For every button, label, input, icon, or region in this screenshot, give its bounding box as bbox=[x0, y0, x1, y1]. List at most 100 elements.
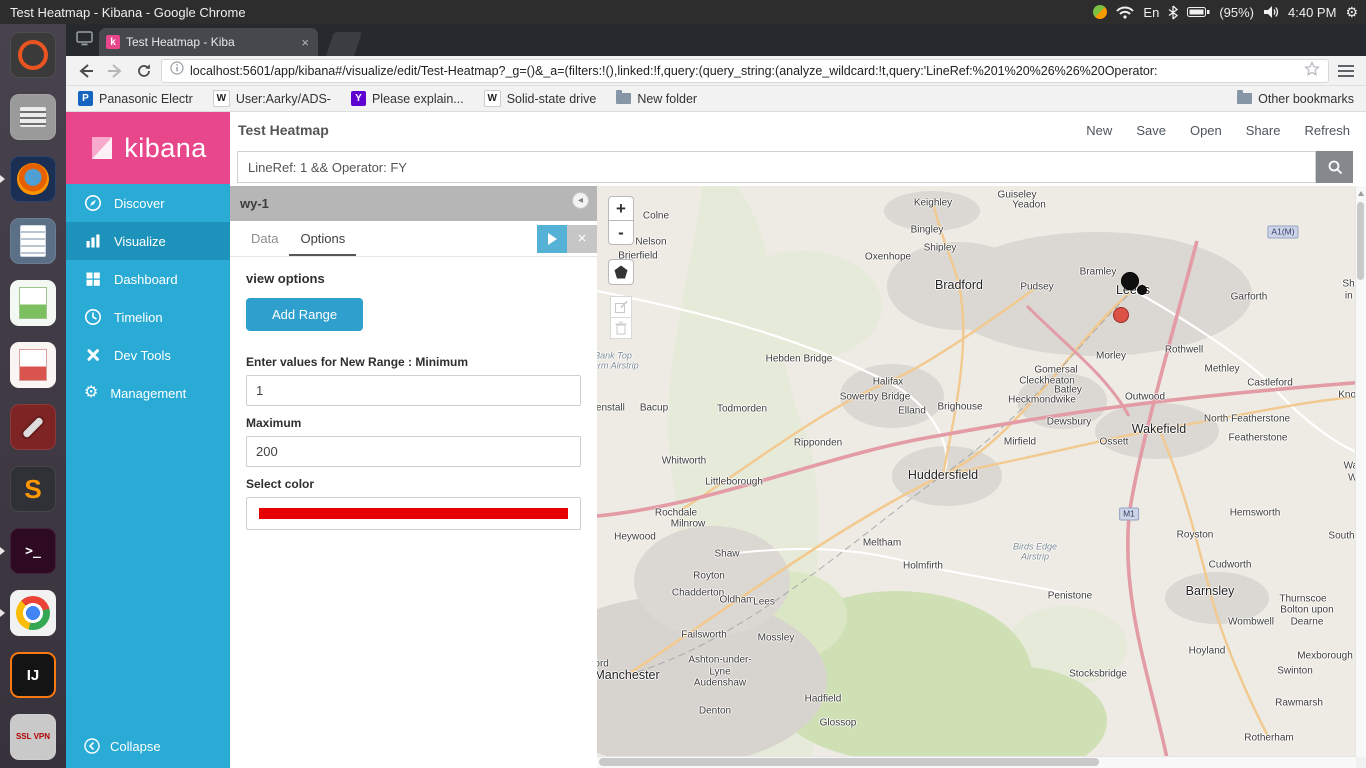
discard-changes-button[interactable]: × bbox=[567, 224, 597, 253]
map-place-label: Manchester bbox=[597, 668, 660, 682]
play-icon bbox=[547, 232, 557, 245]
new-button[interactable]: New bbox=[1086, 123, 1112, 138]
search-button[interactable] bbox=[1316, 151, 1353, 183]
panel-collapse-chevron[interactable]: ◂ bbox=[572, 192, 589, 209]
horizontal-scrollbar bbox=[597, 756, 1356, 768]
window-title: Test Heatmap - Kibana - Google Chrome bbox=[10, 4, 246, 20]
other-bookmarks-button[interactable]: Other bookmarks bbox=[1237, 90, 1354, 106]
dock-icon-ssl-vpn[interactable]: SSL VPN bbox=[0, 706, 66, 768]
tab-close-icon[interactable]: × bbox=[299, 35, 311, 50]
map-place-label: Hoyland bbox=[1188, 645, 1226, 657]
map-place-label: Outwood bbox=[1124, 391, 1166, 403]
kibana-topbar: Test Heatmap New Save Open Share Refresh bbox=[230, 112, 1366, 148]
sidebar-item-label: Timelion bbox=[114, 309, 163, 325]
page-info-icon[interactable] bbox=[170, 61, 184, 80]
text-editor-icon bbox=[10, 218, 56, 264]
zoom-out-button[interactable]: - bbox=[608, 220, 634, 245]
wifi-icon[interactable] bbox=[1116, 5, 1135, 19]
keyboard-layout-indicator[interactable]: En bbox=[1143, 5, 1159, 20]
browser-menu-icon[interactable] bbox=[1334, 59, 1358, 83]
dock-icon-libreoffice-calc[interactable] bbox=[0, 272, 66, 334]
dock-icon-text-editor[interactable] bbox=[0, 210, 66, 272]
draw-edit-controls bbox=[610, 296, 632, 339]
app-indicator-icon[interactable] bbox=[1093, 5, 1108, 19]
map-marker[interactable] bbox=[1113, 307, 1129, 323]
apply-changes-button[interactable] bbox=[537, 224, 567, 253]
map[interactable]: Guiseley Yeadon Keighley Bingley Shipley Coln… bbox=[597, 186, 1366, 768]
bookmark-item[interactable]: W User:Aarky/ADS- bbox=[212, 90, 331, 107]
sidebar-item-management[interactable]: ⚙ Management bbox=[66, 374, 230, 412]
bookmark-star-icon[interactable] bbox=[1304, 60, 1320, 81]
tab-options[interactable]: Options bbox=[289, 221, 356, 256]
dock-icon-ubuntu-dash[interactable] bbox=[0, 24, 66, 86]
map-labels: Guiseley Yeadon Keighley Bingley Shipley Coln… bbox=[597, 186, 1366, 768]
tab-title: Test Heatmap - Kiba bbox=[126, 35, 235, 49]
zoom-in-button[interactable]: + bbox=[608, 196, 634, 221]
forward-button[interactable] bbox=[103, 59, 127, 83]
visualize-icon bbox=[86, 234, 100, 248]
map-place-label: Heckmondwike bbox=[1008, 394, 1076, 406]
edit-icon bbox=[615, 300, 628, 313]
map-place-label: Bolton upon Dearne bbox=[1280, 604, 1334, 628]
delete-layers-button[interactable] bbox=[610, 317, 632, 339]
dock-icon-libreoffice-impress[interactable] bbox=[0, 334, 66, 396]
bookmark-item[interactable]: P Panasonic Electr bbox=[78, 91, 193, 106]
add-range-button[interactable]: Add Range bbox=[246, 298, 364, 331]
sidebar-item-dashboard[interactable]: Dashboard bbox=[66, 260, 230, 298]
maximum-input[interactable] bbox=[246, 436, 581, 467]
map-place-label: Glossop bbox=[819, 717, 857, 729]
bookmark-item[interactable]: W Solid-state drive bbox=[483, 90, 596, 107]
map-marker[interactable] bbox=[1137, 285, 1147, 295]
dock-icon-sublime-text[interactable]: S bbox=[0, 458, 66, 520]
map-place-label: Shipley bbox=[923, 242, 957, 254]
color-picker-box[interactable] bbox=[246, 497, 581, 530]
sidebar-collapse-button[interactable]: Collapse bbox=[66, 724, 230, 768]
edit-layers-button[interactable] bbox=[610, 296, 632, 318]
back-button[interactable] bbox=[74, 59, 98, 83]
sidebar-item-dev-tools[interactable]: Dev Tools bbox=[66, 336, 230, 374]
reload-button[interactable] bbox=[132, 59, 156, 83]
url-bar[interactable]: localhost:5601/app/kibana#/visualize/edi… bbox=[161, 58, 1329, 83]
dock-icon-firefox[interactable] bbox=[0, 148, 66, 210]
bluetooth-icon[interactable] bbox=[1168, 5, 1179, 20]
map-place-label: Holmfirth bbox=[902, 560, 944, 572]
browser-window: k Test Heatmap - Kiba × localhost:5601/a… bbox=[66, 24, 1366, 768]
sidebar-item-visualize[interactable]: Visualize bbox=[66, 222, 230, 260]
session-gear-icon[interactable]: ⚙ bbox=[1345, 5, 1358, 19]
minimum-input[interactable] bbox=[246, 375, 581, 406]
bookmark-item[interactable]: New folder bbox=[616, 90, 697, 106]
dock-icon-intellij-idea[interactable]: IJ bbox=[0, 644, 66, 706]
kibana-favicon: k bbox=[106, 35, 120, 49]
dock-icon-red-tool[interactable] bbox=[0, 396, 66, 458]
horizontal-scrollbar-thumb[interactable] bbox=[599, 758, 1099, 766]
clock[interactable]: 4:40 PM bbox=[1288, 5, 1336, 20]
map-marker[interactable] bbox=[1121, 272, 1139, 290]
share-button[interactable]: Share bbox=[1246, 123, 1281, 138]
browser-tab[interactable]: k Test Heatmap - Kiba × bbox=[99, 28, 318, 56]
open-button[interactable]: Open bbox=[1190, 123, 1222, 138]
map-place-label: Ossett bbox=[1099, 436, 1129, 448]
map-place-label: Mossley bbox=[757, 632, 795, 644]
map-place-label: Chadderton bbox=[671, 587, 725, 599]
refresh-button[interactable]: Refresh bbox=[1304, 123, 1350, 138]
vis-options-body: view options Add Range Enter values for … bbox=[230, 257, 597, 768]
scroll-up-arrow[interactable] bbox=[1358, 191, 1364, 196]
screen: Test Heatmap - Kibana - Google Chrome En… bbox=[0, 0, 1366, 768]
save-button[interactable]: Save bbox=[1136, 123, 1166, 138]
sidebar-item-discover[interactable]: Discover bbox=[66, 184, 230, 222]
sidebar-item-timelion[interactable]: Timelion bbox=[66, 298, 230, 336]
dock-icon-chrome[interactable] bbox=[0, 582, 66, 644]
selected-color-bar[interactable] bbox=[259, 508, 568, 519]
volume-icon[interactable] bbox=[1263, 5, 1279, 19]
dock-icon-terminal[interactable]: >_ bbox=[0, 520, 66, 582]
map-place-label: Bank Top Farm Airstrip bbox=[597, 350, 639, 371]
query-input[interactable] bbox=[237, 151, 1316, 183]
vertical-scrollbar-thumb[interactable] bbox=[1357, 202, 1364, 280]
dock-icon-files[interactable] bbox=[0, 86, 66, 148]
tab-data[interactable]: Data bbox=[240, 221, 289, 256]
battery-icon[interactable] bbox=[1187, 6, 1210, 18]
bookmark-item[interactable]: Y Please explain... bbox=[350, 91, 464, 106]
browser-profile-icon[interactable] bbox=[76, 31, 93, 51]
new-tab-button[interactable] bbox=[326, 32, 362, 56]
draw-polygon-button[interactable] bbox=[608, 259, 634, 285]
